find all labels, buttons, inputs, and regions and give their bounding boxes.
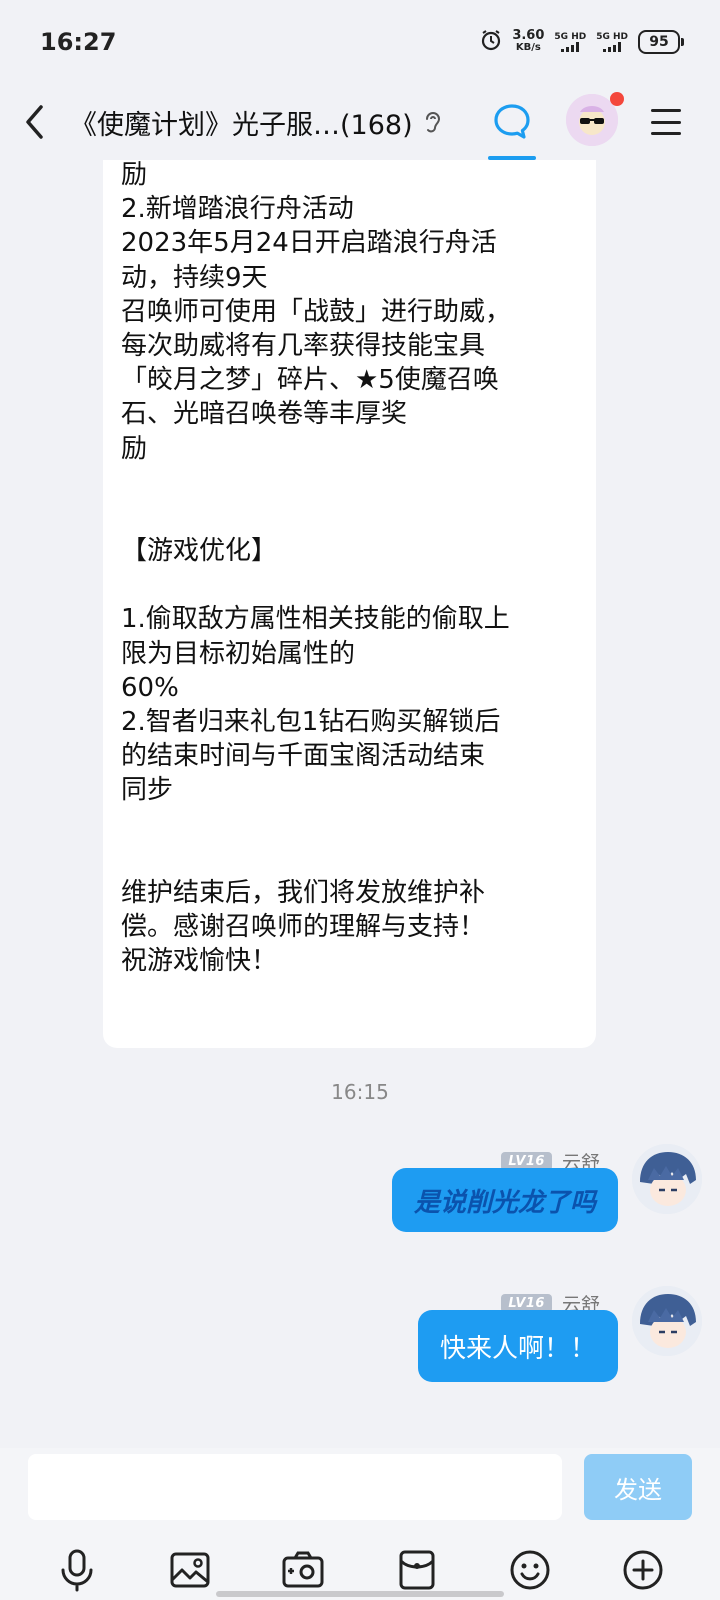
plus-icon[interactable] — [619, 1546, 667, 1594]
red-packet-icon[interactable] — [393, 1546, 441, 1594]
outgoing-message-bubble[interactable]: 快来人啊！！ — [417, 1310, 618, 1382]
group-avatar[interactable] — [566, 92, 624, 146]
microphone-icon[interactable] — [53, 1546, 101, 1594]
notice-line: 维护结束后，我们将发放维护补 — [121, 877, 486, 908]
notification-dot — [610, 92, 624, 106]
notice-line: 限为目标初始属性的 — [121, 638, 356, 669]
home-indicator[interactable] — [216, 1591, 504, 1597]
net-speed-value: 3.60 — [512, 28, 545, 43]
message-text: 是说削光龙了吗 — [413, 1187, 596, 1218]
message-input[interactable] — [28, 1454, 562, 1520]
notice-line: 偿。感谢召唤师的理解与支持！ — [121, 912, 486, 943]
notice-line: 2.智者归来礼包1钻石购买解锁后 — [121, 707, 501, 737]
notice-line: 召唤师可使用「战鼓」进行助威， — [121, 296, 512, 327]
message-timestamp: 16:15 — [331, 1080, 389, 1104]
notice-line: 「皎月之梦」碎片、★5使魔召唤 — [121, 365, 499, 396]
status-time: 16:27 — [40, 28, 117, 56]
menu-icon[interactable] — [648, 104, 684, 140]
ear-icon — [423, 108, 445, 136]
notice-line: 2.新增踏浪行舟活动 — [121, 194, 354, 225]
notice-line: 励 — [121, 433, 148, 464]
signal-icon: 5G HD — [596, 32, 628, 52]
notice-line: 祝游戏愉快！ — [121, 946, 278, 977]
avatar[interactable] — [632, 1144, 702, 1214]
message-text: 快来人啊！！ — [439, 1333, 596, 1364]
notice-line: 动，持续9天 — [121, 262, 268, 293]
notice-line: 1.偷取敌方属性相关技能的偷取上 — [121, 604, 510, 635]
group-name: 《使魔计划》光子服…(168) — [70, 109, 413, 141]
notice-line: 石、光暗召唤卷等丰厚奖 — [121, 399, 408, 430]
input-bar: 发送 — [0, 1448, 720, 1600]
image-icon[interactable] — [166, 1546, 214, 1594]
notice-line: 励 — [121, 160, 148, 190]
net-speed-unit: KB/s — [515, 42, 541, 53]
notice-line — [121, 842, 578, 876]
camera-icon[interactable] — [279, 1546, 327, 1594]
chat-tab[interactable] — [480, 84, 544, 160]
notice-line: 的结束时间与千面宝阁活动结束 — [121, 741, 486, 772]
notice-line — [121, 466, 578, 500]
notice-line — [121, 500, 578, 534]
emoji-icon[interactable] — [506, 1546, 554, 1594]
net-speed: 3.60 KB/s — [512, 28, 545, 54]
status-bar: 16:27 3.60 KB/s 5G HD 5G HD 95 — [0, 0, 720, 84]
notice-line — [121, 808, 578, 842]
message-list[interactable]: 励 2.新增踏浪行舟活动 2023年5月24日开启踏浪行舟活 动，持续9天 召唤… — [0, 160, 720, 1448]
chat-header: 《使魔计划》光子服…(168) — [0, 84, 720, 160]
notice-message-bubble[interactable]: 励 2.新增踏浪行舟活动 2023年5月24日开启踏浪行舟活 动，持续9天 召唤… — [103, 160, 596, 1048]
send-button[interactable]: 发送 — [584, 1454, 692, 1520]
signal-label-1: 5G HD — [554, 32, 587, 42]
battery-icon: 95 — [638, 30, 684, 54]
notice-line — [121, 568, 578, 602]
notice-line: 同步 — [121, 775, 174, 806]
signal-label-2: 5G HD — [596, 32, 628, 42]
avatar[interactable] — [632, 1286, 702, 1356]
chat-bubble-icon — [494, 104, 530, 139]
back-chevron-icon — [26, 105, 43, 139]
outgoing-message-bubble[interactable]: 是说削光龙了吗 — [391, 1168, 618, 1232]
signal-icon: 5G HD — [554, 32, 586, 52]
status-icons: 3.60 KB/s 5G HD 5G HD 95 — [480, 28, 684, 55]
notice-line: 60% — [121, 672, 179, 703]
notice-line: 每次助威将有几率获得技能宝具 — [121, 330, 486, 361]
notice-line: 2023年5月24日开启踏浪行舟活 — [121, 228, 497, 259]
notice-line: 【游戏优化】 — [121, 536, 278, 567]
back-button[interactable] — [0, 84, 70, 160]
alarm-icon — [480, 29, 502, 55]
chat-title[interactable]: 《使魔计划》光子服…(168) — [70, 103, 445, 142]
